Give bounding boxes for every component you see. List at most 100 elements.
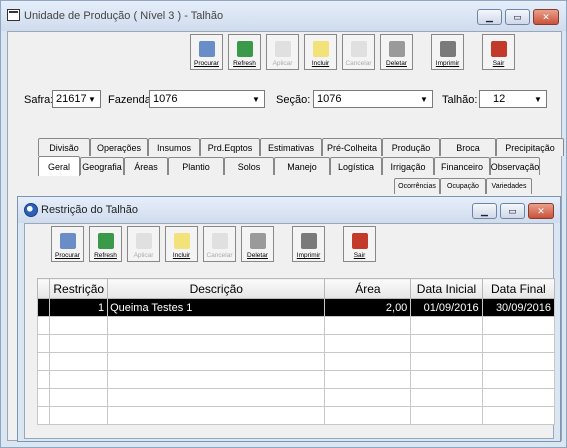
fazenda-select[interactable]: 1076 ▼ (149, 90, 265, 108)
table-cell[interactable] (49, 316, 109, 335)
table-row[interactable] (36, 388, 556, 407)
row-indicator[interactable] (36, 388, 51, 407)
maximize-button[interactable]: ▭ (500, 203, 525, 219)
table-cell[interactable] (410, 406, 483, 425)
table-cell[interactable] (481, 388, 556, 407)
deletar-button[interactable]: Deletar (380, 34, 413, 70)
tab-precipitação[interactable]: Precipitação (496, 138, 564, 156)
aplicar-button[interactable]: Aplicar (266, 34, 299, 70)
table-cell[interactable] (49, 334, 109, 353)
table-cell[interactable] (324, 352, 412, 371)
maximize-button[interactable]: ▭ (505, 9, 530, 25)
table-cell[interactable] (49, 352, 109, 371)
imprimir-button[interactable]: Imprimir (292, 226, 325, 262)
incluir-button[interactable]: Incluir (165, 226, 198, 262)
table-cell[interactable] (107, 370, 326, 389)
table-cell[interactable] (410, 316, 483, 335)
refresh-button[interactable]: Refresh (89, 226, 122, 262)
table-cell[interactable] (49, 406, 109, 425)
secao-select[interactable]: 1076 ▼ (313, 90, 433, 108)
table-row[interactable]: 1 Queima Testes 1 2,00 01/09/2016 30/09/2016 (36, 298, 556, 317)
tab-variedades[interactable]: Variedades (486, 178, 532, 194)
safra-select[interactable]: 21617 ▼ (52, 90, 101, 108)
tab-ocupação[interactable]: Ocupação (440, 178, 486, 194)
row-indicator[interactable] (36, 352, 51, 371)
refresh-button[interactable]: Refresh (228, 34, 261, 70)
procurar-button[interactable]: Procurar (190, 34, 223, 70)
child-titlebar[interactable]: Restrição do Talhão ▁ ▭ ✕ (18, 197, 560, 223)
table-cell[interactable] (107, 352, 326, 371)
tab-manejo[interactable]: Manejo (274, 157, 330, 175)
aplicar-button[interactable]: Aplicar (127, 226, 160, 262)
close-button[interactable]: ✕ (533, 9, 559, 25)
table-cell[interactable]: 01/09/2016 (410, 298, 483, 317)
chevron-down-icon[interactable]: ▼ (531, 92, 545, 106)
table-cell[interactable] (324, 370, 412, 389)
tab-geral[interactable]: Geral (38, 156, 80, 176)
column-header[interactable]: Área (324, 278, 412, 299)
deletar-button[interactable]: Deletar (241, 226, 274, 262)
tab-broca[interactable]: Broca (440, 138, 496, 156)
table-row[interactable] (36, 406, 556, 425)
sair-button[interactable]: Sair (482, 34, 515, 70)
table-cell[interactable]: Queima Testes 1 (107, 298, 326, 317)
table-row[interactable] (36, 370, 556, 389)
tab-divisão[interactable]: Divisão (38, 138, 90, 156)
incluir-button[interactable]: Incluir (304, 34, 337, 70)
table-cell[interactable] (481, 316, 556, 335)
table-cell[interactable] (410, 388, 483, 407)
table-cell[interactable] (324, 388, 412, 407)
tab-observação[interactable]: Observação (490, 157, 540, 175)
column-header[interactable]: Restrição (49, 278, 109, 299)
table-cell[interactable] (410, 334, 483, 353)
table-cell[interactable] (324, 406, 412, 425)
table-cell[interactable] (107, 388, 326, 407)
table-cell[interactable] (481, 334, 556, 353)
tab-pré-colheita[interactable]: Pré-Colheita (322, 138, 382, 156)
chevron-down-icon[interactable]: ▼ (417, 92, 431, 106)
table-row[interactable] (36, 352, 556, 371)
tab-geografia[interactable]: Geografia (80, 157, 124, 175)
table-cell[interactable] (410, 352, 483, 371)
tab-financeiro[interactable]: Financeiro (434, 157, 490, 175)
imprimir-button[interactable]: Imprimir (431, 34, 464, 70)
row-indicator[interactable] (36, 298, 51, 317)
table-cell[interactable]: 30/09/2016 (481, 298, 556, 317)
column-header[interactable]: Descrição (107, 278, 326, 299)
table-row[interactable] (36, 334, 556, 353)
cancelar-button[interactable]: Cancelar (342, 34, 375, 70)
tab-irrigação[interactable]: Irrigação (382, 157, 434, 175)
tab-operações[interactable]: Operações (90, 138, 148, 156)
tab-insumos[interactable]: Insumos (148, 138, 200, 156)
tab-áreas[interactable]: Áreas (124, 157, 168, 175)
talhao-select[interactable]: 12 ▼ (479, 90, 547, 108)
row-indicator[interactable] (36, 316, 51, 335)
tab-ocorrências[interactable]: Ocorrências (394, 178, 440, 194)
table-cell[interactable] (324, 334, 412, 353)
column-header[interactable]: Data Final (481, 278, 556, 299)
table-cell[interactable] (49, 370, 109, 389)
close-button[interactable]: ✕ (528, 203, 554, 219)
table-cell[interactable] (481, 406, 556, 425)
cancelar-button[interactable]: Cancelar (203, 226, 236, 262)
main-titlebar[interactable]: Unidade de Produção ( Nível 3 ) - Talhão… (1, 1, 566, 31)
tab-estimativas[interactable]: Estimativas (260, 138, 322, 156)
table-cell[interactable]: 1 (49, 298, 109, 317)
table-cell[interactable] (410, 370, 483, 389)
minimize-button[interactable]: ▁ (472, 203, 497, 219)
row-indicator[interactable] (36, 406, 51, 425)
table-cell[interactable]: 2,00 (324, 298, 412, 317)
procurar-button[interactable]: Procurar (51, 226, 84, 262)
table-cell[interactable] (481, 370, 556, 389)
table-cell[interactable] (324, 316, 412, 335)
table-row[interactable] (36, 316, 556, 335)
table-cell[interactable] (107, 334, 326, 353)
chevron-down-icon[interactable]: ▼ (249, 92, 263, 106)
tab-produção[interactable]: Produção (382, 138, 440, 156)
row-indicator[interactable] (36, 334, 51, 353)
table-cell[interactable] (49, 388, 109, 407)
tab-plantio[interactable]: Plantio (168, 157, 224, 175)
minimize-button[interactable]: ▁ (477, 9, 502, 25)
row-indicator[interactable] (36, 370, 51, 389)
tab-logística[interactable]: Logística (330, 157, 382, 175)
